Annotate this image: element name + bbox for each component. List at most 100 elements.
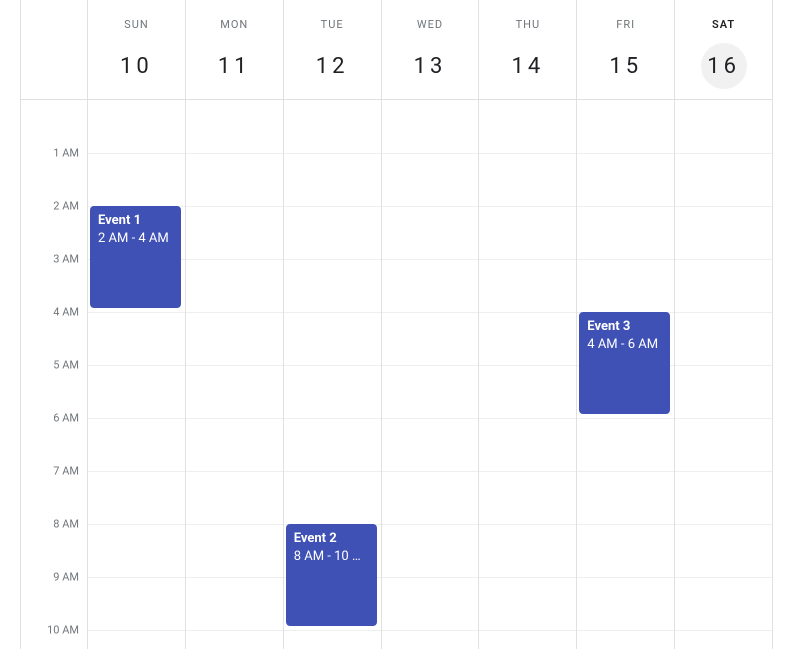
day-column[interactable] xyxy=(185,100,283,649)
hour-gridline xyxy=(675,365,772,366)
hour-gridline xyxy=(382,577,479,578)
calendar-scroll[interactable]: 1 AM2 AM3 AM4 AM5 AM6 AM7 AM8 AM9 AM10 A… xyxy=(21,100,772,649)
day-date[interactable]: 12 xyxy=(309,43,355,89)
day-column[interactable] xyxy=(478,100,576,649)
calendar-header: SUN 10 MON 11 TUE12 WED 13 THU 14 FRI15 SAT 16 xyxy=(21,0,772,100)
day-column[interactable] xyxy=(674,100,772,649)
time-label: 9 AM xyxy=(53,571,79,584)
hour-gridline xyxy=(577,524,674,525)
hour-gridline xyxy=(479,312,576,313)
day-name: SUN xyxy=(124,18,149,31)
hour-gridline xyxy=(675,630,772,631)
day-header[interactable]: SAT 16 xyxy=(674,0,772,99)
hour-gridline xyxy=(577,206,674,207)
time-label: 6 AM xyxy=(53,412,79,425)
hour-gridline xyxy=(479,259,576,260)
day-column[interactable]: Event 12 AM - 4 AM xyxy=(87,100,185,649)
calendar-event[interactable]: Event 28 AM - 10 AM xyxy=(286,524,377,626)
hour-gridline xyxy=(675,471,772,472)
hour-gridline xyxy=(284,471,381,472)
hour-gridline xyxy=(675,206,772,207)
day-column[interactable]: Event 34 AM - 6 AM xyxy=(576,100,674,649)
hour-gridline xyxy=(88,630,185,631)
day-name: MON xyxy=(220,18,248,31)
hour-gridline xyxy=(382,471,479,472)
event-time: 2 AM - 4 AM xyxy=(98,230,173,248)
time-label: 1 AM xyxy=(53,147,79,160)
hour-gridline xyxy=(186,153,283,154)
day-date[interactable]: 14 xyxy=(505,43,551,89)
hour-gridline xyxy=(284,365,381,366)
hour-gridline xyxy=(479,471,576,472)
hour-gridline xyxy=(88,153,185,154)
hour-gridline xyxy=(382,418,479,419)
day-date[interactable]: 13 xyxy=(407,43,453,89)
hour-gridline xyxy=(675,577,772,578)
hour-gridline xyxy=(577,577,674,578)
hour-gridline xyxy=(186,524,283,525)
hour-gridline xyxy=(88,471,185,472)
time-label: 4 AM xyxy=(53,306,79,319)
time-label: 2 AM xyxy=(53,200,79,213)
day-date[interactable]: 15 xyxy=(603,43,649,89)
hour-gridline xyxy=(186,630,283,631)
hour-gridline xyxy=(186,577,283,578)
hour-gridline xyxy=(479,577,576,578)
hour-gridline xyxy=(88,365,185,366)
day-date[interactable]: 16 xyxy=(701,43,747,89)
time-gutter: 1 AM2 AM3 AM4 AM5 AM6 AM7 AM8 AM9 AM10 A… xyxy=(21,100,87,649)
hour-gridline xyxy=(577,630,674,631)
hour-gridline xyxy=(88,577,185,578)
day-header[interactable]: FRI15 xyxy=(576,0,674,99)
time-label: 7 AM xyxy=(53,465,79,478)
calendar-event[interactable]: Event 12 AM - 4 AM xyxy=(90,206,181,308)
hour-gridline xyxy=(675,259,772,260)
hour-gridline xyxy=(382,206,479,207)
day-name: WED xyxy=(417,18,443,31)
hour-gridline xyxy=(88,418,185,419)
hour-gridline xyxy=(284,153,381,154)
hour-gridline xyxy=(675,418,772,419)
hour-gridline xyxy=(284,630,381,631)
day-date[interactable]: 10 xyxy=(113,43,159,89)
day-header[interactable]: MON 11 xyxy=(185,0,283,99)
event-title: Event 1 xyxy=(98,212,173,230)
hour-gridline xyxy=(675,524,772,525)
day-name: SAT xyxy=(712,18,735,31)
hour-gridline xyxy=(479,630,576,631)
event-time: 8 AM - 10 AM xyxy=(294,548,369,566)
hour-gridline xyxy=(186,312,283,313)
calendar-event[interactable]: Event 34 AM - 6 AM xyxy=(579,312,670,414)
day-column[interactable]: Event 28 AM - 10 AM xyxy=(283,100,381,649)
day-header[interactable]: THU 14 xyxy=(478,0,576,99)
hour-gridline xyxy=(479,524,576,525)
hour-gridline xyxy=(284,312,381,313)
hour-gridline xyxy=(577,418,674,419)
day-header[interactable]: WED 13 xyxy=(381,0,479,99)
event-time: 4 AM - 6 AM xyxy=(587,336,662,354)
day-header[interactable]: SUN 10 xyxy=(87,0,185,99)
hour-gridline xyxy=(88,312,185,313)
hour-gridline xyxy=(675,153,772,154)
hour-gridline xyxy=(382,153,479,154)
hour-gridline xyxy=(88,524,185,525)
hour-gridline xyxy=(284,418,381,419)
calendar-body: 1 AM2 AM3 AM4 AM5 AM6 AM7 AM8 AM9 AM10 A… xyxy=(21,100,772,649)
day-column[interactable] xyxy=(381,100,479,649)
event-title: Event 3 xyxy=(587,318,662,336)
week-calendar: SUN 10 MON 11 TUE12 WED 13 THU 14 FRI15 SAT 16 1 AM… xyxy=(20,0,773,649)
time-label: 3 AM xyxy=(53,253,79,266)
day-name: THU xyxy=(516,18,541,31)
day-header[interactable]: TUE12 xyxy=(283,0,381,99)
event-title: Event 2 xyxy=(294,530,369,548)
hour-gridline xyxy=(382,312,479,313)
hour-gridline xyxy=(675,312,772,313)
calendar-grid[interactable]: Event 12 AM - 4 AMEvent 28 AM - 10 AMEve… xyxy=(87,100,772,649)
hour-gridline xyxy=(284,259,381,260)
hour-gridline xyxy=(382,259,479,260)
day-date[interactable]: 11 xyxy=(211,43,257,89)
hour-gridline xyxy=(382,630,479,631)
hour-gridline xyxy=(479,206,576,207)
hour-gridline xyxy=(577,259,674,260)
hour-gridline xyxy=(577,471,674,472)
